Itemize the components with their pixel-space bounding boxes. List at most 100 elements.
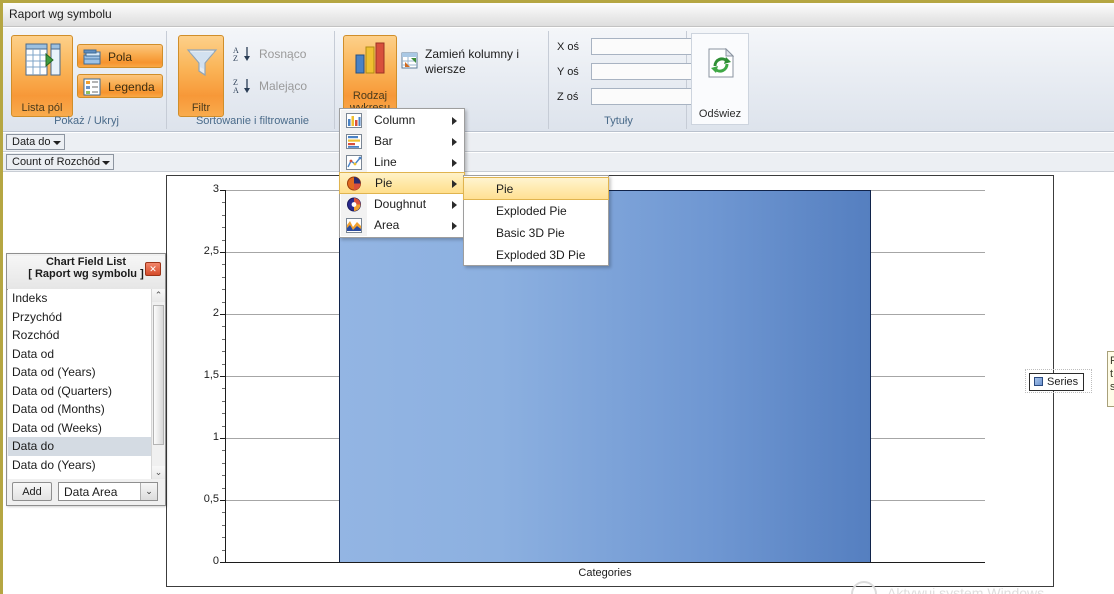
list-item[interactable]: Data od (Weeks) (8, 419, 152, 438)
y-axis-minor-tick (222, 401, 225, 402)
scrollbar-thumb[interactable] (153, 305, 164, 445)
list-item[interactable]: Data od (Quarters) (8, 382, 152, 401)
clipped-tooltip-line-1: P (1110, 355, 1114, 368)
submenu-arrow-icon (452, 222, 457, 230)
y-axis-minor-tick (222, 339, 225, 340)
value-field-button-label: Count of Rozchód (12, 156, 101, 168)
add-field-button[interactable]: Add (12, 482, 52, 501)
chart-field-list-footer: Add Data Area ⌄ (8, 480, 164, 504)
ribbon-group-refresh: Odświez (691, 31, 751, 129)
menu-item-column-label: Column (374, 113, 416, 127)
y-axis-minor-tick (222, 202, 225, 203)
y-axis-tick (220, 562, 225, 563)
menu-item-line-label: Line (374, 155, 397, 169)
submenu-arrow-icon (452, 201, 457, 209)
scroll-down-icon[interactable]: ⌄ (152, 466, 165, 479)
chart-field-list-scrollbar[interactable]: ⌃ ⌄ (151, 289, 165, 479)
pie-submenu[interactable]: Pie Exploded Pie Basic 3D Pie Exploded 3… (463, 175, 609, 266)
submenu-item-basic-3d-pie[interactable]: Basic 3D Pie (464, 222, 608, 244)
funnel-icon (186, 49, 218, 77)
list-item[interactable]: Data od (8, 345, 152, 364)
line-chart-icon (346, 155, 362, 170)
chevron-down-icon: ⌄ (140, 483, 157, 500)
fields-icon (83, 49, 101, 65)
z-axis-title-label: Z oś (557, 91, 579, 103)
x-axis-title-label: X oś (557, 41, 580, 53)
switch-rows-columns-label-line1: Zamień kolumny i (425, 47, 520, 61)
chart-type-button[interactable]: Rodzaj wykresu (343, 35, 397, 117)
y-axis-tick (220, 252, 225, 253)
y-axis-tick-label: 0 (212, 555, 219, 567)
submenu-item-pie[interactable]: Pie (463, 177, 609, 200)
filter-button-label: Filtr (191, 102, 211, 114)
chart-legend[interactable]: Series (1029, 373, 1085, 391)
list-item[interactable]: Data do (Years) (8, 456, 152, 475)
filter-button[interactable]: Filtr (178, 35, 224, 117)
chart-canvas[interactable]: 3 2,5 2 1,5 1 0,5 0 Categories (166, 175, 1054, 587)
chart-field-list-subtitle: [ Raport wg symbolu ] (28, 268, 144, 280)
y-axis-minor-tick (222, 240, 225, 241)
y-axis-minor-tick (222, 450, 225, 451)
legend-label-series: Series (1047, 376, 1079, 388)
window-titlebar: Raport wg symbolu (3, 3, 1114, 27)
list-item[interactable]: Przychód (8, 308, 152, 327)
y-axis-tick-label: 0,5 (203, 493, 219, 505)
y-axis-title-label: Y oś (557, 66, 579, 78)
submenu-item-exploded-pie-label: Exploded Pie (496, 204, 567, 218)
field-list-button-label: Lista pól (21, 102, 63, 114)
chevron-down-icon (102, 161, 111, 165)
value-field-button[interactable]: Count of Rozchód (6, 154, 115, 170)
menu-item-column[interactable]: Column (340, 110, 464, 131)
submenu-arrow-icon (452, 138, 457, 146)
y-axis-minor-tick (222, 488, 225, 489)
svg-text:Z: Z (233, 54, 238, 63)
list-item[interactable]: Indeks (8, 289, 152, 308)
add-target-select[interactable]: Data Area ⌄ (58, 482, 158, 501)
menu-item-area[interactable]: Area (340, 215, 464, 236)
y-axis-tick-label: 1,5 (203, 369, 219, 381)
list-item[interactable]: Rozchód (8, 326, 152, 345)
legend-icon (83, 78, 101, 96)
pie-chart-icon (347, 176, 361, 191)
sort-ascending-label: Rosnąco (259, 47, 307, 61)
sort-az-icon: A Z (233, 46, 250, 63)
value-field-bar: Count of Rozchód (3, 153, 1114, 172)
submenu-arrow-icon (452, 117, 457, 125)
menu-item-bar[interactable]: Bar (340, 131, 464, 152)
submenu-item-exploded-3d-pie-label: Exploded 3D Pie (496, 248, 586, 262)
list-item[interactable]: Data od (Months) (8, 400, 152, 419)
menu-item-doughnut[interactable]: Doughnut (340, 194, 464, 215)
menu-item-line[interactable]: Line (340, 152, 464, 173)
category-field-button[interactable]: Data do (6, 134, 65, 150)
category-field-button-label: Data do (12, 136, 51, 148)
menu-item-bar-label: Bar (374, 134, 393, 148)
scroll-up-icon[interactable]: ⌃ (152, 289, 165, 302)
ribbon-group-show-hide-label: Pokaż / Ukryj (54, 115, 119, 127)
legenda-button[interactable]: Legenda (77, 74, 163, 98)
y-axis-minor-tick (222, 289, 225, 290)
list-item[interactable]: Data od (Years) (8, 363, 152, 382)
x-axis-line (225, 562, 985, 563)
chart-field-list-header: Chart Field List [ Raport wg symbolu ] ✕ (7, 256, 165, 290)
submenu-item-exploded-pie[interactable]: Exploded Pie (464, 200, 608, 222)
list-item-selected[interactable]: Data do (8, 437, 152, 456)
switch-rows-columns-icon (401, 52, 418, 69)
clipped-tooltip-line-3: s (1110, 381, 1114, 394)
y-axis-tick-label: 3 (212, 183, 219, 195)
field-list-icon (25, 43, 61, 76)
y-axis-tick (220, 500, 225, 501)
field-list-button[interactable]: Lista pól (11, 35, 73, 117)
chart-type-menu[interactable]: Column Bar Line Pie Doughnut Area (339, 108, 465, 238)
submenu-item-basic-3d-pie-label: Basic 3D Pie (496, 226, 565, 240)
chart-type-icon (355, 42, 385, 74)
chart-field-list-panel: Chart Field List [ Raport wg symbolu ] ✕… (6, 253, 166, 506)
chart-field-list-items[interactable]: Indeks Przychód Rozchód Data od Data od … (8, 289, 152, 479)
submenu-item-exploded-3d-pie[interactable]: Exploded 3D Pie (464, 244, 608, 266)
refresh-icon (708, 48, 734, 78)
pola-button[interactable]: Pola (77, 44, 163, 68)
refresh-button[interactable]: Odświez (691, 33, 749, 125)
close-icon[interactable]: ✕ (145, 262, 161, 276)
menu-item-pie[interactable]: Pie (339, 172, 465, 194)
ribbon-group-titles-label: Tytuły (604, 115, 633, 127)
category-field-bar: Data do (3, 133, 1114, 152)
